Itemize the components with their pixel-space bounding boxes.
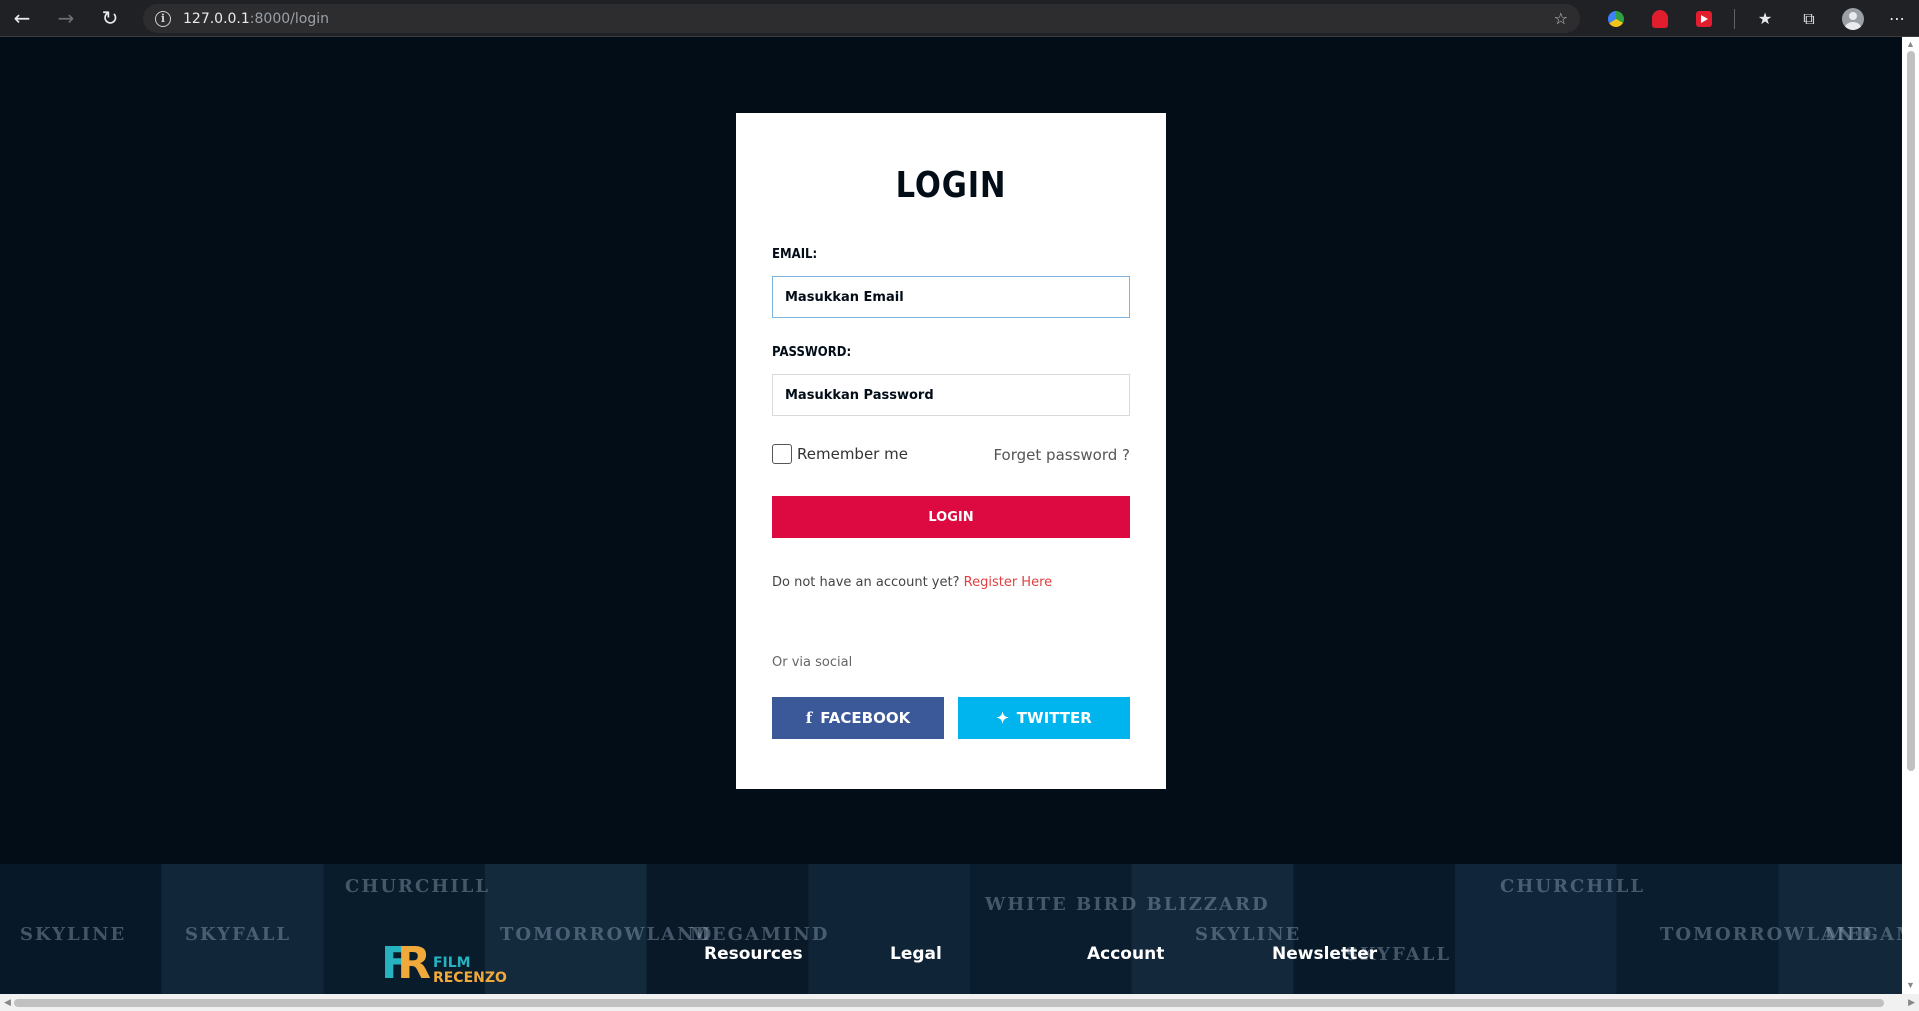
add-favorite-icon[interactable]: ☆ <box>1554 9 1568 28</box>
twitter-button[interactable]: ✦ TWITTER <box>958 697 1130 739</box>
twitter-label: TWITTER <box>1016 709 1092 727</box>
logo-word-recenzo: RECENZO <box>432 970 507 986</box>
logo-text: FILM RECENZO <box>433 956 507 986</box>
extension-adblock-icon[interactable] <box>1638 0 1682 37</box>
forward-icon[interactable]: → <box>44 0 88 37</box>
footer: SKYLINE SKYFALL CHURCHILL TOMORROWLAND M… <box>0 864 1902 994</box>
poster-title: CHURCHILL <box>345 876 491 897</box>
logo-word-film: FILM <box>432 955 471 971</box>
collections-icon[interactable]: ⧉ <box>1787 0 1831 37</box>
url-path: :8000/login <box>249 10 329 27</box>
scroll-down-icon[interactable]: ▼ <box>1906 980 1915 990</box>
footer-nav-newsletter[interactable]: Newsletter <box>1272 944 1377 964</box>
vertical-scroll-thumb[interactable] <box>1907 51 1915 771</box>
url-host: 127.0.0.1 <box>183 10 250 27</box>
register-link[interactable]: Register Here <box>964 575 1053 590</box>
horizontal-scrollbar[interactable]: ◀ ▶ <box>0 994 1919 1011</box>
poster-title: MEGAMIND <box>690 924 830 945</box>
reload-icon[interactable]: ↻ <box>88 0 132 37</box>
url-text: 127.0.0.1:8000/login <box>183 11 329 27</box>
twitter-icon: ✦ <box>996 709 1009 727</box>
poster-title: WHITE BIRD BLIZZARD <box>985 894 1270 915</box>
back-icon[interactable]: ← <box>0 0 44 37</box>
footer-nav-account[interactable]: Account <box>1087 944 1164 964</box>
remember-label[interactable]: Remember me <box>797 445 908 463</box>
poster-title: SKYLINE <box>20 924 127 945</box>
favorites-icon[interactable]: ★ <box>1743 0 1787 37</box>
info-icon[interactable]: i <box>155 10 171 27</box>
browser-toolbar: ← → ↻ i 127.0.0.1:8000/login ☆ ★ ⧉ ⋯ <box>0 0 1919 37</box>
facebook-label: FACEBOOK <box>820 709 911 727</box>
remember-me: Remember me <box>772 444 908 464</box>
footer-nav-legal[interactable]: Legal <box>890 944 942 964</box>
poster-title: SKYFALL <box>185 924 292 945</box>
address-bar[interactable]: i 127.0.0.1:8000/login ☆ <box>143 4 1580 33</box>
page-title: LOGIN <box>895 165 1007 206</box>
extension-green-icon[interactable] <box>1594 0 1638 37</box>
extension-video-icon[interactable] <box>1682 0 1726 37</box>
vertical-scrollbar[interactable]: ▲ ▼ <box>1902 37 1919 994</box>
forget-password-link[interactable]: Forget password ? <box>993 446 1130 464</box>
login-card: LOGIN EMAIL: PASSWORD: Remember me Forge… <box>736 113 1166 789</box>
email-label: EMAIL: <box>772 247 818 262</box>
password-label: PASSWORD: <box>772 345 852 360</box>
scroll-left-icon[interactable]: ◀ <box>4 997 11 1008</box>
register-prompt: Do not have an account yet? Register Her… <box>772 575 1052 590</box>
toolbar-divider <box>1734 8 1735 29</box>
more-menu-icon[interactable]: ⋯ <box>1875 0 1919 37</box>
footer-nav-resources[interactable]: Resources <box>704 944 803 964</box>
register-prompt-text: Do not have an account yet? <box>772 575 960 590</box>
site-logo[interactable]: FR FILM RECENZO <box>381 942 507 986</box>
extensions-area: ★ ⧉ ⋯ <box>1594 0 1919 37</box>
scroll-right-icon[interactable]: ▶ <box>1908 997 1915 1008</box>
social-prompt: Or via social <box>772 655 853 670</box>
poster-title: TOMORROWLAND <box>500 924 714 945</box>
profile-icon[interactable] <box>1831 0 1875 37</box>
horizontal-scroll-thumb[interactable] <box>14 999 1884 1007</box>
login-button[interactable]: LOGIN <box>772 496 1130 538</box>
poster-title: SKYLINE <box>1195 924 1302 945</box>
remember-checkbox[interactable] <box>772 444 792 464</box>
password-field[interactable] <box>772 374 1130 416</box>
logo-mark: FR <box>381 938 431 989</box>
scroll-up-icon[interactable]: ▲ <box>1906 39 1915 49</box>
facebook-icon: f <box>805 709 813 727</box>
facebook-button[interactable]: f FACEBOOK <box>772 697 944 739</box>
poster-title: CHURCHILL <box>1500 876 1646 897</box>
email-field[interactable] <box>772 276 1130 318</box>
poster-title: MEGAMIND <box>1825 924 1902 945</box>
